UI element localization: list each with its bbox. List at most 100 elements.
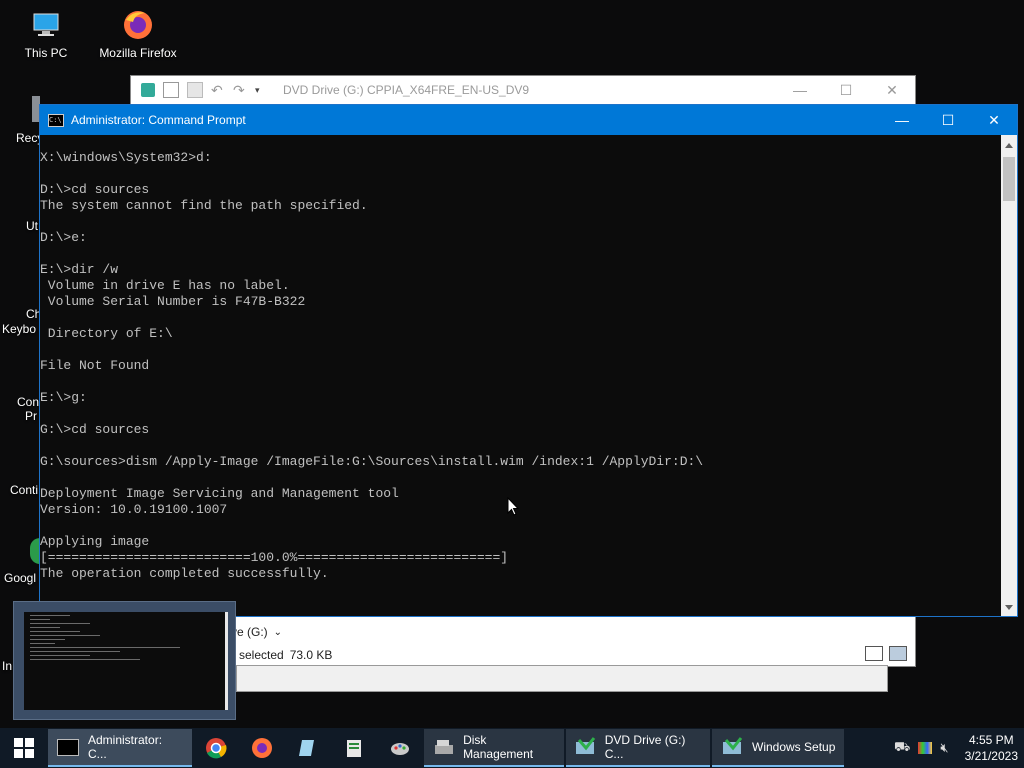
console-line: Volume Serial Number is F47B-B322 xyxy=(40,294,306,309)
taskbar-item-notepad[interactable] xyxy=(286,729,330,767)
taskbar: Administrator: C... Disk Management DVD … xyxy=(0,728,1024,768)
redo-icon[interactable]: ↷ xyxy=(233,83,247,97)
quick-access-toolbar: ↶ ↷ ▾ xyxy=(131,82,269,98)
taskbar-item-label: Disk Management xyxy=(463,733,534,761)
taskbar-item-dvd-drive[interactable]: DVD Drive (G:) C... xyxy=(566,729,710,767)
chrome-icon xyxy=(204,736,228,760)
start-button[interactable] xyxy=(0,728,48,768)
view-toggle xyxy=(865,646,907,661)
console-line: E:\>dir /w xyxy=(40,262,119,277)
cmd-titlebar[interactable]: C:\ Administrator: Command Prompt — ☐ ✕ xyxy=(40,105,1017,135)
vertical-scrollbar[interactable] xyxy=(1001,135,1017,616)
scroll-up-icon[interactable] xyxy=(1005,143,1013,148)
this-pc-icon xyxy=(29,8,63,42)
windows-setup-icon xyxy=(720,735,744,759)
editor-icon xyxy=(342,736,366,760)
taskbar-item-windows-setup[interactable]: Windows Setup xyxy=(712,729,844,767)
customize-toolbar-icon[interactable]: ▾ xyxy=(255,83,269,97)
taskbar-item-paint[interactable] xyxy=(378,729,422,767)
console-line: Applying image xyxy=(40,534,150,549)
dvd-drive-icon xyxy=(574,735,597,759)
maximize-button[interactable]: ☐ xyxy=(925,106,971,134)
desktop-label-fragment[interactable]: Googl xyxy=(4,571,36,585)
taskbar-item-firefox[interactable] xyxy=(240,729,284,767)
firefox-icon xyxy=(121,8,155,42)
details-view-icon[interactable] xyxy=(865,646,883,661)
cmd-title: Administrator: Command Prompt xyxy=(71,113,246,127)
console-line: The operation completed successfully. xyxy=(40,566,329,581)
maximize-button[interactable]: ☐ xyxy=(823,76,869,104)
notepad-icon xyxy=(296,736,320,760)
console-line: [==========================100.0%=======… xyxy=(40,550,509,565)
console-line: Deployment Image Servicing and Managemen… xyxy=(40,486,399,501)
scroll-down-icon[interactable] xyxy=(1005,605,1013,610)
console-line: Directory of E:\ xyxy=(40,326,173,341)
properties-icon[interactable] xyxy=(163,82,179,98)
cmd-icon xyxy=(56,735,80,759)
taskbar-item-command-prompt[interactable]: Administrator: C... xyxy=(48,729,192,767)
desktop-icon-this-pc[interactable]: This PC xyxy=(6,8,86,60)
clock[interactable]: 4:55 PM 3/21/2023 xyxy=(965,732,1018,764)
console-line: D:\>e: xyxy=(40,230,87,245)
taskbar-item-label: Administrator: C... xyxy=(88,733,163,761)
taskbar-item-editor[interactable] xyxy=(332,729,376,767)
command-prompt-window[interactable]: C:\ Administrator: Command Prompt — ☐ ✕ … xyxy=(39,104,1018,617)
new-folder-icon[interactable] xyxy=(187,82,203,98)
paint-icon xyxy=(388,736,412,760)
undo-icon[interactable]: ↶ xyxy=(211,83,225,97)
scrollbar-thumb[interactable] xyxy=(1003,157,1015,201)
minimize-button[interactable]: — xyxy=(879,106,925,134)
taskbar-item-chrome[interactable] xyxy=(194,729,238,767)
taskbar-item-disk-management[interactable]: Disk Management xyxy=(424,729,564,767)
speaker-muted-icon[interactable]: 🔇︎ xyxy=(940,740,948,756)
console-line: X:\windows\System32>d: xyxy=(40,150,212,165)
explorer-title: DVD Drive (G:) CPPIA_X64FRE_EN-US_DV9 xyxy=(283,83,530,97)
console-line: Volume in drive E has no label. xyxy=(40,278,290,293)
firefox-label: Mozilla Firefox xyxy=(99,46,177,60)
minimize-button[interactable]: — xyxy=(777,76,823,104)
desktop-label-fragment[interactable]: Con xyxy=(17,395,39,409)
network-icon[interactable]: ⛟ xyxy=(894,739,910,757)
taskbar-item-label: Windows Setup xyxy=(752,740,836,754)
close-button[interactable]: ✕ xyxy=(971,106,1017,134)
system-tray: ⛟ 🔇︎ 4:55 PM 3/21/2023 xyxy=(894,732,1024,764)
desktop-label-fragment[interactable]: Pr xyxy=(25,409,37,423)
desktop-label-fragment[interactable]: In xyxy=(2,659,12,673)
color-tray-icon[interactable] xyxy=(918,742,933,754)
this-pc-label: This PC xyxy=(24,46,68,60)
disk-management-icon xyxy=(432,735,455,759)
mouse-cursor-icon xyxy=(507,496,520,520)
console-output[interactable]: X:\windows\System32>d: D:\>cd sources The… xyxy=(40,135,1000,631)
close-button[interactable]: ✕ xyxy=(869,76,915,104)
explorer-titlebar[interactable]: ↶ ↷ ▾ DVD Drive (G:) CPPIA_X64FRE_EN-US_… xyxy=(131,76,915,104)
console-line: D:\>cd sources xyxy=(40,182,150,197)
explorer-status-bar: selected 73.0 KB xyxy=(239,648,332,662)
console-line: File Not Found xyxy=(40,358,150,373)
thumbnail-console-preview xyxy=(24,612,228,710)
desktop-label-fragment[interactable]: Conti xyxy=(10,483,38,497)
cmd-icon: C:\ xyxy=(48,113,64,127)
large-icons-view-icon[interactable] xyxy=(889,646,907,661)
clock-date: 3/21/2023 xyxy=(964,749,1018,763)
status-size: 73.0 KB xyxy=(289,648,333,662)
console-line: The system cannot find the path specifie… xyxy=(40,198,368,213)
clock-time: 4:55 PM xyxy=(968,733,1014,747)
desktop-label-fragment[interactable]: Keybo xyxy=(2,322,36,336)
taskbar-thumbnail-preview[interactable] xyxy=(13,601,236,720)
console-line: G:\sources>dism /Apply-Image /ImageFile:… xyxy=(40,454,704,469)
windows-logo-icon xyxy=(14,738,34,758)
desktop-label-fragment[interactable]: Ut xyxy=(26,219,38,233)
status-selected: selected xyxy=(239,648,284,662)
desktop-icon-firefox[interactable]: Mozilla Firefox xyxy=(98,8,178,60)
console-line: G:\>cd sources xyxy=(40,422,150,437)
